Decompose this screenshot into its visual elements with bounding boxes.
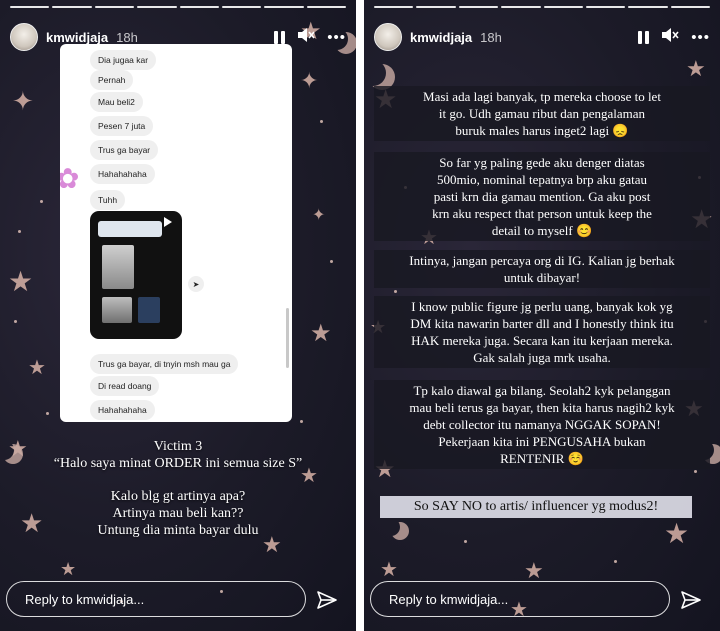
chat-scrollbar [286,308,289,368]
chat-message: Tuhh [90,190,126,210]
pause-icon[interactable] [274,30,286,44]
story-progress-bar [10,6,346,8]
share-icon: ➤ [188,276,204,292]
chat-message: Trus ga bayar, di tnyin msh mau ga [90,354,239,374]
shared-post-thumbnail [90,211,182,339]
post-time: 18h [480,29,502,45]
text-paragraph-1: Masi ada lagi banyak, tp mereka choose t… [374,86,710,141]
text-paragraph-4: I know public figure jg perlu uang, bany… [374,296,710,368]
pause-icon[interactable] [638,30,650,44]
story-right[interactable]: ★ ★ ★ ★ ★ ★ ★ ★ ★ ★ ★ kmwidjaja 18h • [364,0,720,631]
send-icon[interactable] [316,589,338,611]
caption-line: Kalo blg gt artinya apa? [110,489,246,504]
chat-message: Hahahahaha [90,400,155,420]
chat-message: Mau beli2 [90,92,143,112]
more-icon[interactable]: ••• [691,29,710,46]
story-left[interactable]: ✦ ✦ ★ ★ ★ ★ ★ ★ ★ ★ ✦ ★ kmwidjaja 18h ••… [0,0,356,631]
reply-placeholder: Reply to kmwidjaja... [389,591,509,607]
mute-icon[interactable] [661,27,679,47]
chat-message: Di read doang [90,376,160,396]
text-paragraph-3: Intinya, jangan percaya org di IG. Kalia… [374,250,710,288]
caption-quote: “Halo saya minat ORDER ini semua size S” [53,456,303,471]
username[interactable]: kmwidjaja [46,30,108,45]
mute-icon[interactable] [297,27,315,47]
chat-screenshot: Dia jugaa kar Pernah Mau beli2 Pesen 7 j… [60,44,292,422]
chat-message: Dia jugaa kar [90,50,157,70]
highlight-message: So SAY NO to artis/ influencer yg modus2… [380,496,692,518]
chat-message: Pernah [90,70,134,90]
text-paragraph-5: Tp kalo diawal ga bilang. Seolah2 kyk pe… [374,380,710,469]
chat-message: Trus ga bayar [90,140,159,160]
caption-line: Artinya mau beli kan?? [112,506,244,521]
story-progress-bar [374,6,710,8]
chat-message: Pesen 7 juta [90,116,154,136]
send-icon[interactable] [680,589,702,611]
username[interactable]: kmwidjaja [410,30,472,45]
flower-avatar-icon: ✿ [60,163,80,194]
avatar[interactable] [374,23,402,51]
post-time: 18h [116,29,138,45]
reply-input[interactable]: Reply to kmwidjaja... [370,581,670,617]
reply-input[interactable]: Reply to kmwidjaja... [6,581,306,617]
avatar[interactable] [10,23,38,51]
caption-victim: Victim 3 [153,439,203,454]
caption-line: Untung dia minta bayar dulu [97,523,259,538]
story-header: kmwidjaja 18h ••• [374,22,710,52]
more-icon[interactable]: ••• [327,29,346,46]
text-paragraph-2: So far yg paling gede aku denger diatas … [374,152,710,241]
chat-message: Hahahahaha [90,164,155,184]
reply-placeholder: Reply to kmwidjaja... [25,591,145,607]
